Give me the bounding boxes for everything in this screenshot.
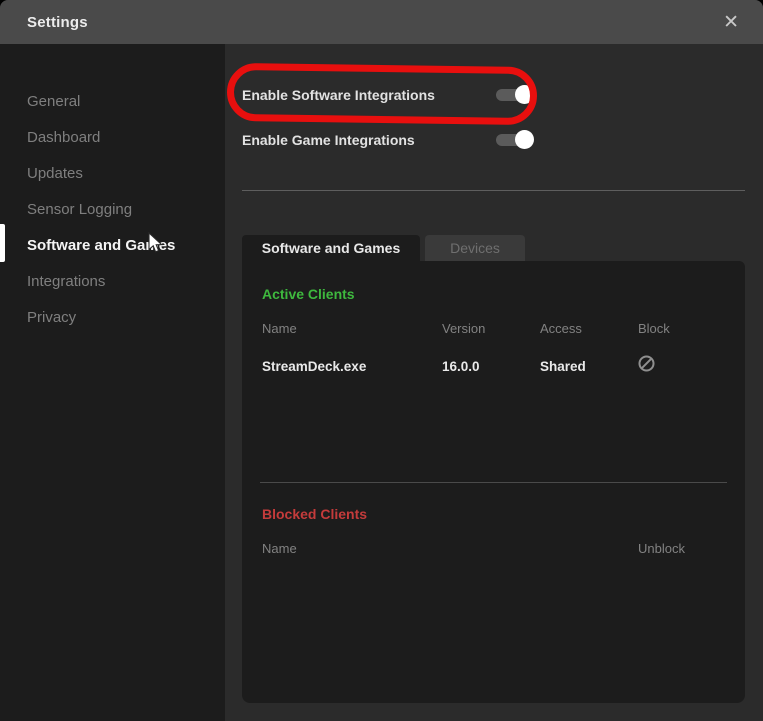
window-title: Settings: [27, 14, 88, 31]
sidebar-item-integrations[interactable]: Integrations: [0, 263, 225, 299]
blocked-clients-title: Blocked Clients: [262, 506, 367, 522]
sidebar-item-updates[interactable]: Updates: [0, 155, 225, 191]
sidebar-item-dashboard[interactable]: Dashboard: [0, 119, 225, 155]
toggle-knob: [515, 85, 534, 104]
toggle-knob: [515, 130, 534, 149]
sidebar-item-software-and-games[interactable]: Software and Games: [0, 227, 225, 263]
column-header-name: Name: [262, 541, 638, 556]
settings-window: Settings ✕ General Dashboard Updates Sen…: [0, 0, 763, 721]
selected-item-indicator: [0, 224, 5, 262]
software-integrations-row: Enable Software Integrations: [242, 85, 532, 105]
titlebar: Settings ✕: [0, 0, 763, 44]
column-header-access: Access: [540, 321, 638, 336]
client-access: Shared: [540, 359, 638, 374]
tab-software-and-games[interactable]: Software and Games: [242, 235, 420, 261]
sidebar-item-sensor-logging[interactable]: Sensor Logging: [0, 191, 225, 227]
panel-divider: [260, 482, 727, 483]
tab-devices[interactable]: Devices: [425, 235, 525, 261]
client-version: 16.0.0: [442, 359, 540, 374]
column-header-version: Version: [442, 321, 540, 336]
close-icon[interactable]: ✕: [719, 11, 743, 34]
tabbar: Software and Games Devices: [242, 235, 525, 261]
table-row: StreamDeck.exe 16.0.0 Shared: [262, 355, 735, 377]
game-integrations-toggle[interactable]: [496, 134, 532, 146]
section-divider: [242, 190, 745, 191]
column-header-name: Name: [262, 321, 442, 336]
blocked-clients-header-row: Name Unblock: [262, 541, 735, 556]
main-content: Enable Software Integrations Enable Game…: [225, 44, 763, 721]
column-header-unblock: Unblock: [638, 541, 735, 556]
active-clients-header-row: Name Version Access Block: [262, 321, 735, 336]
game-integrations-row: Enable Game Integrations: [242, 130, 532, 150]
sidebar-item-general[interactable]: General: [0, 83, 225, 119]
sidebar-item-privacy[interactable]: Privacy: [0, 299, 225, 335]
software-and-games-panel: Active Clients Name Version Access Block…: [242, 261, 745, 703]
block-icon[interactable]: [638, 355, 735, 377]
column-header-block: Block: [638, 321, 735, 336]
client-name: StreamDeck.exe: [262, 359, 442, 374]
sidebar-nav: General Dashboard Updates Sensor Logging…: [0, 44, 225, 721]
software-integrations-toggle[interactable]: [496, 89, 532, 101]
software-integrations-label: Enable Software Integrations: [242, 87, 435, 103]
active-clients-title: Active Clients: [262, 286, 355, 302]
game-integrations-label: Enable Game Integrations: [242, 132, 415, 148]
